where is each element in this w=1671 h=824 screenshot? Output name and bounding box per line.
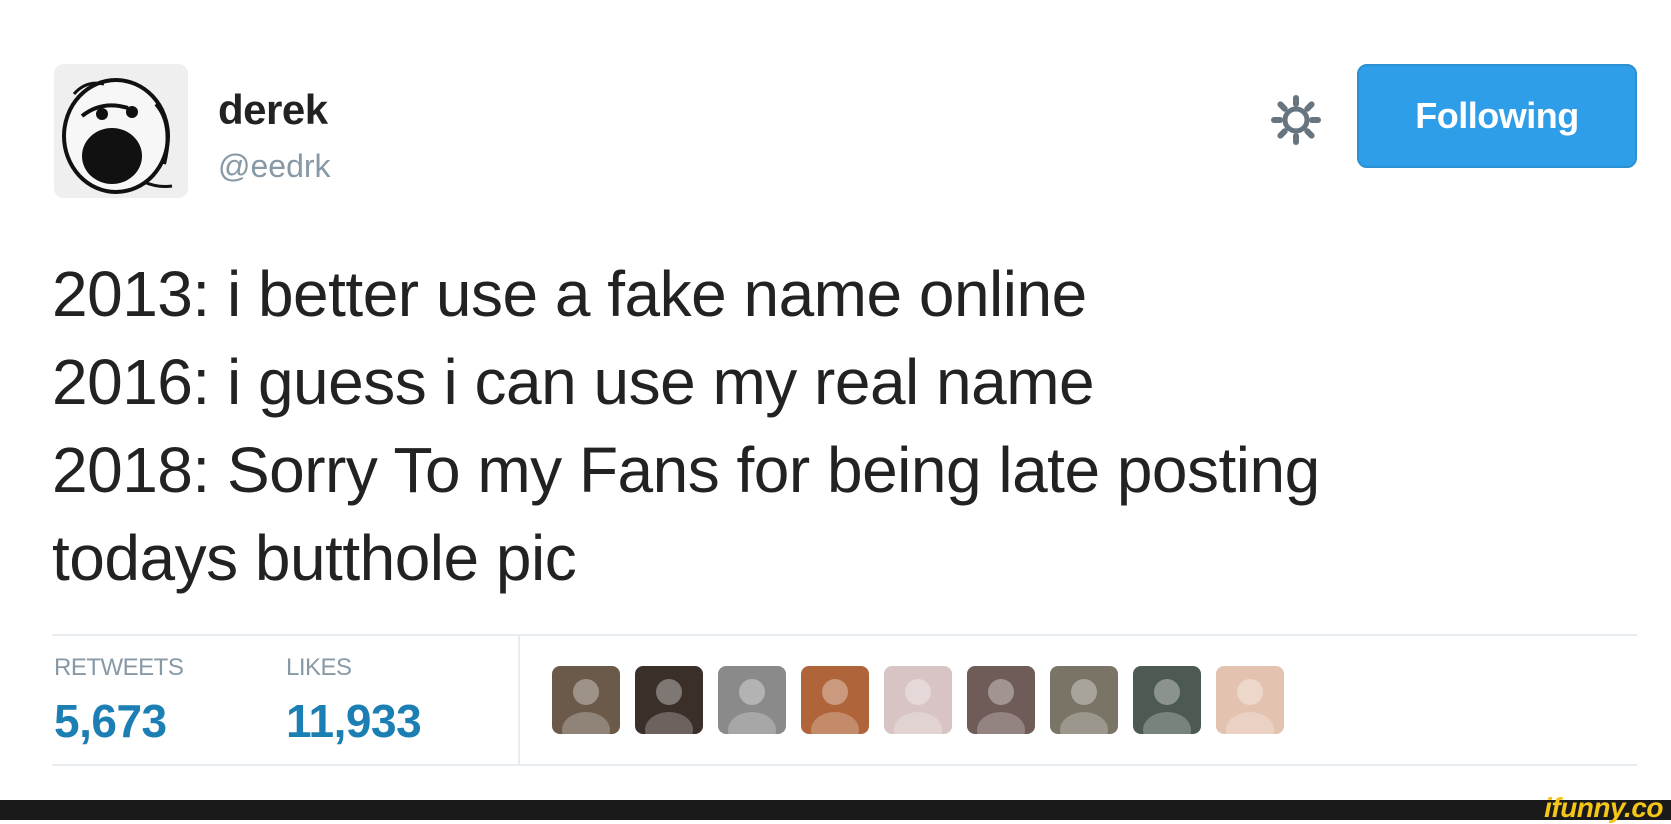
- user-avatar-icon: [811, 679, 859, 734]
- likes-stat[interactable]: LIKES 11,933: [286, 654, 422, 748]
- tweet-line: 2013: i better use a fake name online: [52, 258, 1087, 330]
- likers-avatar-row: [552, 666, 1299, 736]
- liker-avatar[interactable]: [1050, 666, 1118, 734]
- retweets-label: RETWEETS: [54, 654, 184, 681]
- liker-avatar[interactable]: [884, 666, 952, 734]
- user-avatar-icon: [562, 679, 610, 734]
- liker-avatar[interactable]: [967, 666, 1035, 734]
- liker-avatar[interactable]: [1133, 666, 1201, 734]
- user-avatar-icon: [1060, 679, 1108, 734]
- gear-icon: [1271, 95, 1321, 145]
- user-avatar-icon: [1226, 679, 1274, 734]
- liker-avatar[interactable]: [552, 666, 620, 734]
- tweet-line: todays butthole pic: [52, 522, 577, 594]
- footer-bar: [0, 800, 1671, 820]
- liker-avatar[interactable]: [635, 666, 703, 734]
- tweet-text: 2013: i better use a fake name online 20…: [52, 250, 1612, 602]
- tweet-card: derek @eedrk Following 2013: i better us…: [0, 0, 1671, 800]
- likes-label: LIKES: [286, 654, 352, 681]
- user-avatar-icon: [1143, 679, 1191, 734]
- stats-divider-vertical: [518, 636, 520, 764]
- rage-face-avatar-icon: [54, 64, 188, 198]
- user-avatar-icon: [894, 679, 942, 734]
- tweet-line: 2016: i guess i can use my real name: [52, 346, 1095, 418]
- tweet-line: 2018: Sorry To my Fans for being late po…: [52, 434, 1320, 506]
- settings-gear-button[interactable]: [1268, 92, 1324, 148]
- liker-avatar[interactable]: [801, 666, 869, 734]
- stats-divider-bottom: [52, 764, 1637, 766]
- liker-avatar[interactable]: [1216, 666, 1284, 734]
- likes-count: 11,933: [286, 695, 422, 747]
- author-avatar[interactable]: [54, 64, 188, 198]
- ifunny-watermark: ifunny.co: [1544, 792, 1663, 823]
- author-name[interactable]: derek: [218, 86, 328, 134]
- following-button[interactable]: Following: [1357, 64, 1637, 168]
- retweets-stat[interactable]: RETWEETS 5,673: [54, 654, 184, 748]
- retweets-count: 5,673: [54, 695, 167, 747]
- stats-divider-top: [52, 634, 1637, 636]
- user-avatar-icon: [728, 679, 776, 734]
- liker-avatar[interactable]: [718, 666, 786, 734]
- user-avatar-icon: [977, 679, 1025, 734]
- author-handle[interactable]: @eedrk: [218, 148, 331, 185]
- user-avatar-icon: [645, 679, 693, 734]
